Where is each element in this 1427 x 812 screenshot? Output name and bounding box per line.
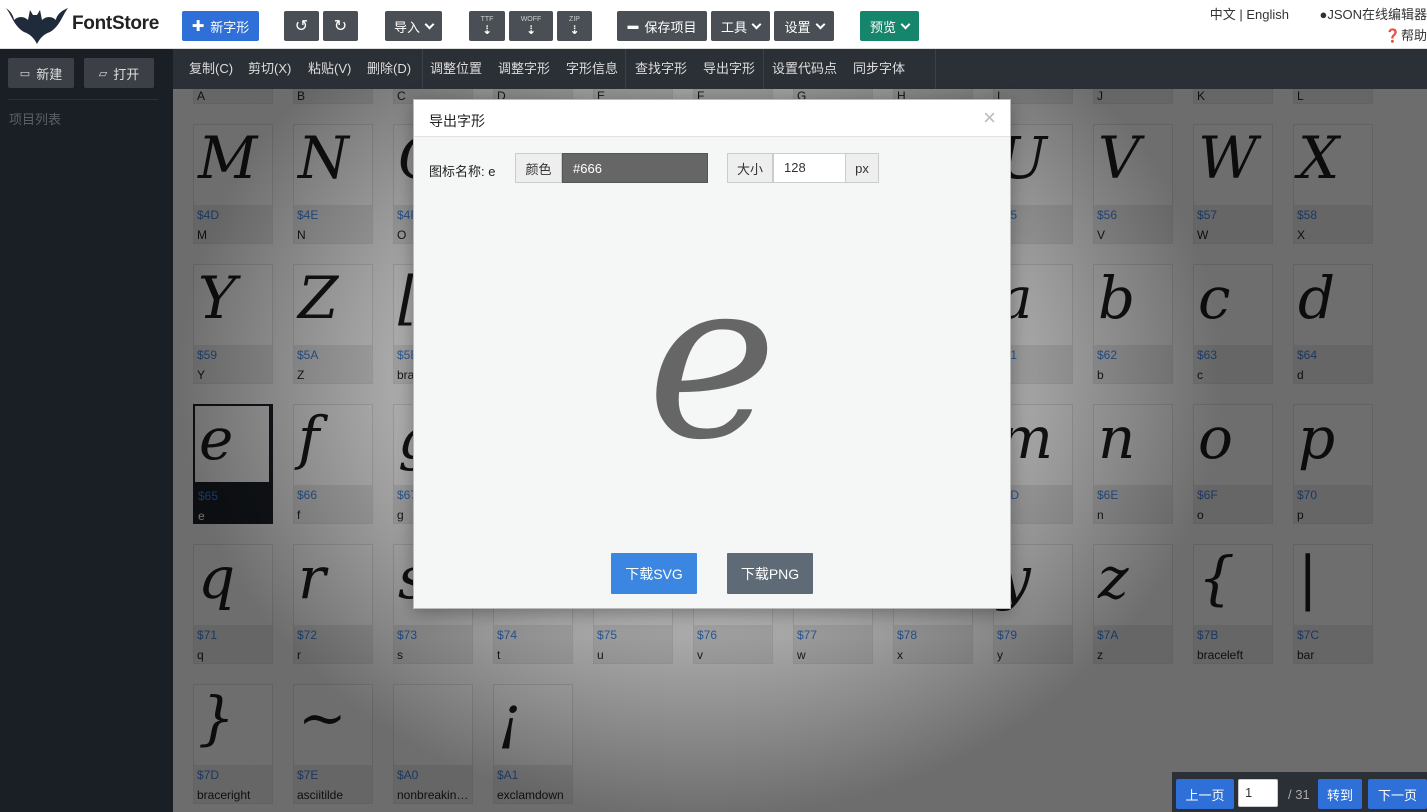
new-project-label: 新建 (36, 66, 63, 82)
edit-action-5[interactable]: 调整字形 (498, 49, 550, 89)
download-arrow-icon: ⇣ (569, 23, 580, 37)
sidebar: ▭ 新建 ▱ 打开 项目列表 (0, 49, 173, 812)
open-project-button[interactable]: ▱ 打开 (84, 58, 154, 88)
save-project-button[interactable]: ▬ 保存项目 (617, 11, 707, 41)
page-total: / 31 (1288, 787, 1310, 802)
lang-zh-link[interactable]: 中文 (1210, 7, 1236, 22)
export-woff-button[interactable]: WOFF ⇣ (509, 11, 553, 41)
edit-action-4[interactable]: 调整位置 (430, 49, 482, 89)
export-ttf-button[interactable]: TTF ⇣ (469, 11, 505, 41)
settings-dropdown[interactable]: 设置 (774, 11, 834, 41)
pagination: 上一页 1 / 31 转到 下一页 (1172, 772, 1427, 812)
undo-icon: ↺ (294, 18, 309, 35)
hdd-icon: ▬ (627, 20, 639, 32)
json-editor-label: JSON在线编辑器 (1327, 7, 1427, 22)
download-arrow-icon: ⇣ (481, 23, 493, 37)
edit-action-8[interactable]: 导出字形 (703, 49, 755, 89)
edit-action-3[interactable]: 删除(D) (367, 49, 411, 89)
icon-name-label: 图标名称: e (429, 164, 496, 179)
new-glyph-label: 新字形 (210, 19, 250, 35)
sidebar-divider (8, 99, 158, 100)
import-label: 导入 (393, 19, 420, 35)
download-arrow-icon: ⇣ (525, 23, 537, 37)
language-switch: 中文 | English (1210, 4, 1289, 23)
tools-label: 工具 (720, 19, 747, 35)
download-png-button[interactable]: 下载PNG (727, 553, 813, 594)
ttf-label: TTF (480, 16, 494, 23)
next-page-button[interactable]: 下一页 (1368, 779, 1427, 809)
woff-label: WOFF (520, 16, 542, 23)
plus-icon: ✚ (191, 18, 205, 35)
new-project-button[interactable]: ▭ 新建 (8, 58, 74, 88)
project-list-title: 项目列表 (9, 112, 62, 127)
edit-bar: 复制(C) 剪切(X) 粘贴(V) 删除(D) 调整位置 调整字形 字形信息 查找字形 导出字形… (173, 49, 1427, 89)
lang-en-link[interactable]: English (1246, 7, 1289, 22)
goto-page-button[interactable]: 转到 (1318, 779, 1362, 809)
folder-icon: ▱ (98, 67, 108, 80)
color-addon-label: 颜色 (515, 153, 562, 183)
edit-action-10[interactable]: 同步字体 (853, 49, 905, 89)
edit-separator (763, 49, 764, 89)
top-bar: FontStore ✚ 新字形 ↺ ↻ 导入 TTF ⇣ WOFF ⇣ ZIP ⇣ ▬… (0, 0, 1427, 49)
size-unit-label: px (845, 153, 879, 183)
size-addon-label: 大小 (727, 153, 773, 183)
settings-label: 设置 (784, 19, 811, 35)
zip-label: ZIP (569, 16, 580, 23)
prev-page-button[interactable]: 上一页 (1176, 779, 1234, 809)
import-dropdown[interactable]: 导入 (385, 11, 442, 41)
json-editor-link[interactable]: ●JSON在线编辑器 (1319, 4, 1427, 23)
bat-logo-icon (6, 8, 68, 44)
question-icon: ❓ (1384, 28, 1401, 43)
app-name: FontStore (72, 13, 160, 34)
app-logo[interactable]: FontStore (4, 3, 174, 45)
help-label: 帮助 (1400, 28, 1427, 43)
modal-title: 导出字形 (429, 113, 485, 129)
size-input[interactable]: 128 (773, 153, 846, 183)
file-icon: ▭ (19, 67, 31, 80)
preview-label: 预览 (869, 19, 896, 35)
chevron-down-icon (900, 19, 911, 29)
modal-header: 导出字形 × (414, 100, 1010, 137)
edit-action-6[interactable]: 字形信息 (566, 49, 618, 89)
new-glyph-button[interactable]: ✚ 新字形 (182, 11, 259, 41)
edit-separator (625, 49, 626, 89)
lang-separator: | (1239, 7, 1243, 22)
edit-action-7[interactable]: 查找字形 (635, 49, 687, 89)
edit-action-0[interactable]: 复制(C) (189, 49, 233, 89)
close-icon[interactable]: × (983, 107, 996, 129)
export-glyph-modal: 导出字形 × 图标名称: e 颜色 #666 大小 128 px e 下载SVG… (413, 99, 1011, 609)
save-project-label: 保存项目 (644, 19, 697, 35)
preview-dropdown[interactable]: 预览 (860, 11, 919, 41)
color-input[interactable]: #666 (562, 153, 708, 183)
tools-dropdown[interactable]: 工具 (711, 11, 770, 41)
edit-separator (935, 49, 936, 89)
help-link[interactable]: ❓帮助 (1385, 25, 1427, 44)
edit-separator (422, 49, 423, 89)
open-project-label: 打开 (113, 66, 140, 82)
undo-button[interactable]: ↺ (284, 11, 319, 41)
edit-action-2[interactable]: 粘贴(V) (308, 49, 351, 89)
edit-action-9[interactable]: 设置代码点 (772, 49, 837, 89)
chevron-down-icon (424, 19, 435, 29)
redo-icon: ↻ (333, 18, 348, 35)
chevron-down-icon (815, 19, 825, 29)
export-zip-button[interactable]: ZIP ⇣ (557, 11, 592, 41)
chevron-down-icon (751, 19, 762, 29)
redo-button[interactable]: ↻ (323, 11, 358, 41)
page-input[interactable]: 1 (1238, 779, 1278, 807)
glyph-preview: e (646, 232, 778, 488)
download-svg-button[interactable]: 下载SVG (611, 553, 697, 594)
edit-action-1[interactable]: 剪切(X) (248, 49, 291, 89)
